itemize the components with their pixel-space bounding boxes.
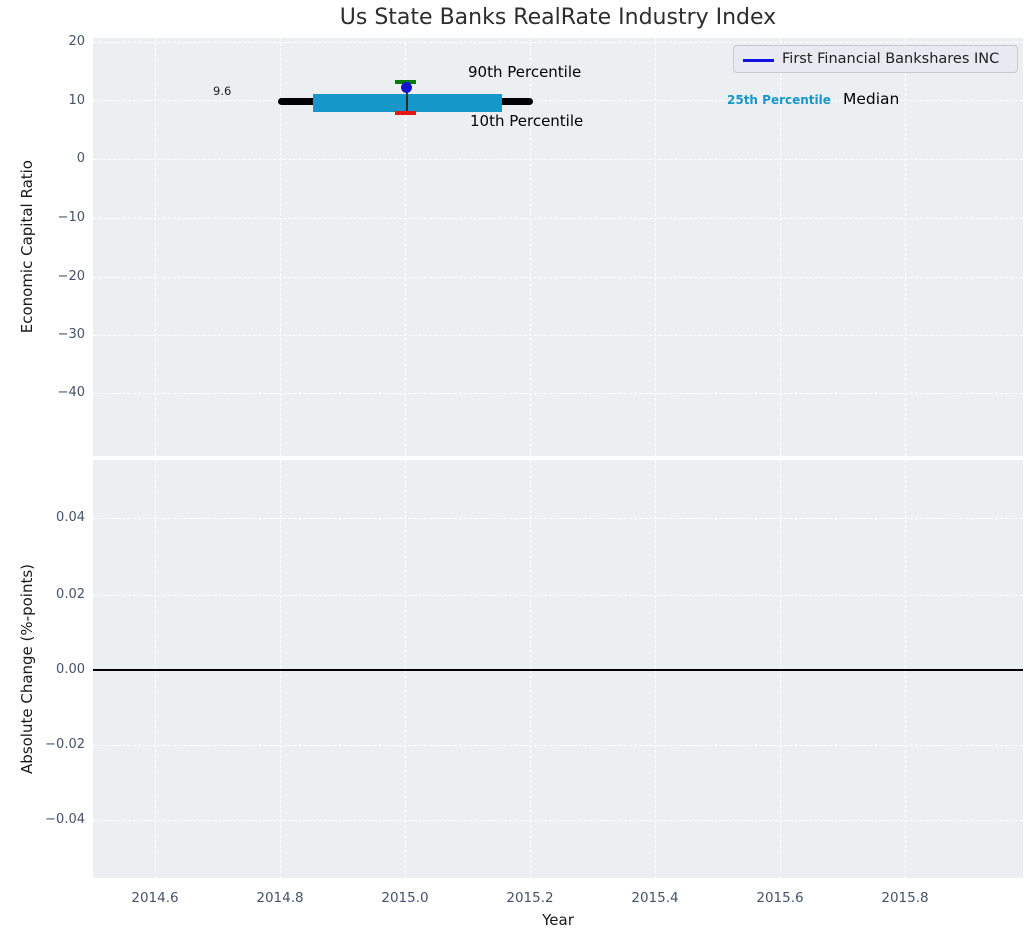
annotation-90th-percentile: 90th Percentile: [468, 63, 582, 81]
p10-cap: [395, 111, 416, 115]
ytick-label: 0: [76, 151, 85, 166]
gridline-h-n20: [93, 277, 1023, 278]
annotation-median-value: 9.6: [213, 84, 232, 98]
xtick-label: 2015.6: [756, 890, 804, 906]
legend-entry-label: First Financial Bankshares INC: [782, 51, 1000, 67]
ytick-label: 0.04: [56, 510, 85, 525]
gridline-h-n0.02: [93, 745, 1023, 746]
legend: First Financial Bankshares INC: [733, 45, 1018, 73]
xtick-label: 2015.4: [631, 890, 679, 906]
ytick-label: 0.02: [56, 587, 85, 602]
gridline-h-20: [93, 42, 1023, 43]
ytick-label: 20: [68, 34, 85, 49]
x-axis-label: Year: [542, 911, 574, 929]
annotation-median: Median: [843, 90, 900, 108]
gridline-h-n40: [93, 393, 1023, 394]
ytick-label: −10: [57, 210, 85, 225]
gridline-h-n0.04: [93, 820, 1023, 821]
ytick-label: −0.04: [45, 812, 85, 827]
bottom-plot-area: [93, 460, 1023, 878]
figure: Us State Banks RealRate Industry Index 2…: [0, 0, 1034, 942]
legend-line-swatch: [743, 59, 774, 62]
ytick-label: −30: [57, 327, 85, 342]
annotation-10th-percentile: 10th Percentile: [470, 112, 584, 130]
gridline-h-0: [93, 159, 1023, 160]
y-axis-label-top: Economic Capital Ratio: [18, 160, 36, 334]
ytick-label: −40: [57, 385, 85, 400]
ytick-label: −20: [57, 269, 85, 284]
y-axis-label-bottom: Absolute Change (%-points): [18, 564, 36, 774]
xtick-label: 2014.6: [131, 890, 179, 906]
gridline-h-0.04: [93, 518, 1023, 519]
annotation-25th-percentile: 25th Percentile: [727, 93, 831, 107]
ytick-label: 10: [68, 93, 85, 108]
ytick-label: −0.02: [45, 737, 85, 752]
xtick-label: 2015.8: [881, 890, 929, 906]
gridline-h-0.02: [93, 595, 1023, 596]
zero-change-line: [93, 669, 1023, 671]
ytick-label: 0.00: [56, 662, 85, 677]
gridline-h-n10: [93, 218, 1023, 219]
gridline-h-n30: [93, 335, 1023, 336]
company-marker: [401, 82, 412, 93]
xtick-label: 2015.0: [381, 890, 429, 906]
xtick-label: 2014.8: [256, 890, 304, 906]
chart-title: Us State Banks RealRate Industry Index: [339, 5, 777, 30]
xtick-label: 2015.2: [506, 890, 554, 906]
